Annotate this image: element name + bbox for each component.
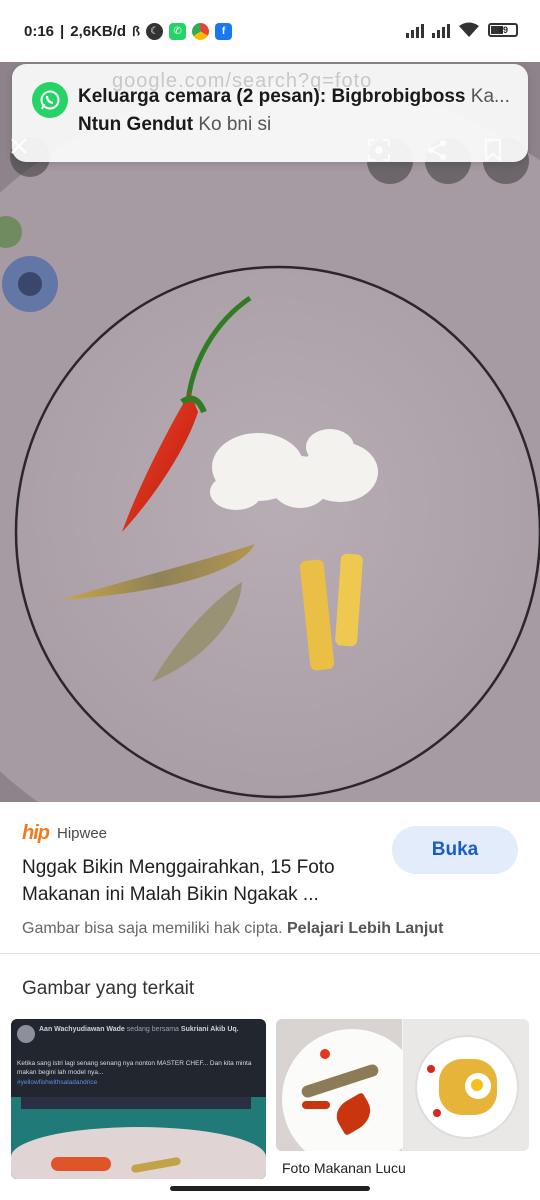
whatsapp-status-icon: ✆ bbox=[169, 22, 187, 40]
notification-preview: Ka... bbox=[470, 86, 510, 107]
related-images-heading: Gambar yang terkait bbox=[22, 978, 195, 999]
status-network-speed: 2,6KB/d bbox=[70, 22, 127, 40]
signal-icon-2 bbox=[432, 22, 450, 38]
hipwee-logo: hip bbox=[22, 822, 50, 844]
chrome-status-icon bbox=[192, 22, 210, 40]
source-name: Hipwee bbox=[57, 825, 108, 842]
thumb-left-photo bbox=[276, 1019, 422, 1151]
related-image-2[interactable] bbox=[276, 1019, 529, 1151]
copyright-notice: Gambar bisa saja memiliki hak cipta. Pel… bbox=[22, 920, 443, 938]
whatsapp-notification[interactable]: google.com/search?q=foto Keluarga cemara… bbox=[12, 64, 528, 162]
post-hashtag: #yellowfishwithsaladandrice bbox=[17, 1079, 98, 1086]
open-button[interactable]: Buka bbox=[392, 826, 518, 874]
wifi-icon bbox=[459, 22, 479, 37]
notification-line-1: Keluarga cemara (2 pesan): Bigbrobigboss… bbox=[78, 86, 518, 108]
whatsapp-icon bbox=[32, 82, 68, 118]
thumb-right-photo bbox=[403, 1019, 529, 1151]
post-author: Aan Wachyudiawan Wade bbox=[39, 1026, 125, 1033]
status-separator: | bbox=[60, 22, 65, 40]
status-right: 49 bbox=[406, 22, 518, 38]
result-title[interactable]: Nggak Bikin Menggairahkan, 15 Foto Makan… bbox=[22, 854, 382, 908]
post-with: sedang bersama bbox=[126, 1026, 179, 1033]
result-image[interactable] bbox=[0, 62, 540, 802]
signal-icon bbox=[406, 22, 424, 38]
post-avatar bbox=[17, 1025, 35, 1043]
status-time: 0:16 bbox=[24, 22, 55, 40]
notification-sender: Ntun Gendut bbox=[78, 114, 194, 135]
section-divider bbox=[0, 953, 540, 954]
gesture-nav-bar[interactable] bbox=[170, 1186, 370, 1191]
post-header: Aan Wachyudiawan Wade sedang bersama Suk… bbox=[39, 1025, 259, 1034]
facebook-status-icon: f bbox=[215, 22, 233, 40]
notification-title: Keluarga cemara (2 pesan): Bigbrobigboss bbox=[78, 86, 466, 107]
related-image-1[interactable]: Aan Wachyudiawan Wade sedang bersama Suk… bbox=[11, 1019, 266, 1179]
battery-level: 49 bbox=[497, 25, 508, 35]
sync-icon: ꟗ bbox=[132, 24, 141, 39]
post-photo bbox=[11, 1097, 266, 1179]
copyright-text: Gambar bisa saja memiliki hak cipta. bbox=[22, 920, 283, 937]
post-tagged: Sukriani Akib Uq. bbox=[180, 1026, 239, 1033]
status-left: 0:16 | 2,6KB/d ꟗ ☾ ✆ f bbox=[24, 22, 233, 40]
status-bar: 0:16 | 2,6KB/d ꟗ ☾ ✆ f 49 bbox=[0, 0, 540, 64]
notification-line-2: Ntun Gendut Ko bni si bbox=[78, 114, 271, 136]
battery-icon: 49 bbox=[488, 23, 518, 37]
notification-message: Ko bni si bbox=[198, 114, 272, 135]
learn-more-link[interactable]: Pelajari Lebih Lanjut bbox=[287, 920, 443, 937]
moon-icon: ☾ bbox=[146, 22, 164, 40]
related-image-2-caption[interactable]: Foto Makanan Lucu bbox=[282, 1160, 406, 1176]
result-source[interactable]: hip Hipwee bbox=[22, 822, 107, 845]
post-text: Ketika sang istri lagi senang senang nya… bbox=[17, 1060, 252, 1076]
